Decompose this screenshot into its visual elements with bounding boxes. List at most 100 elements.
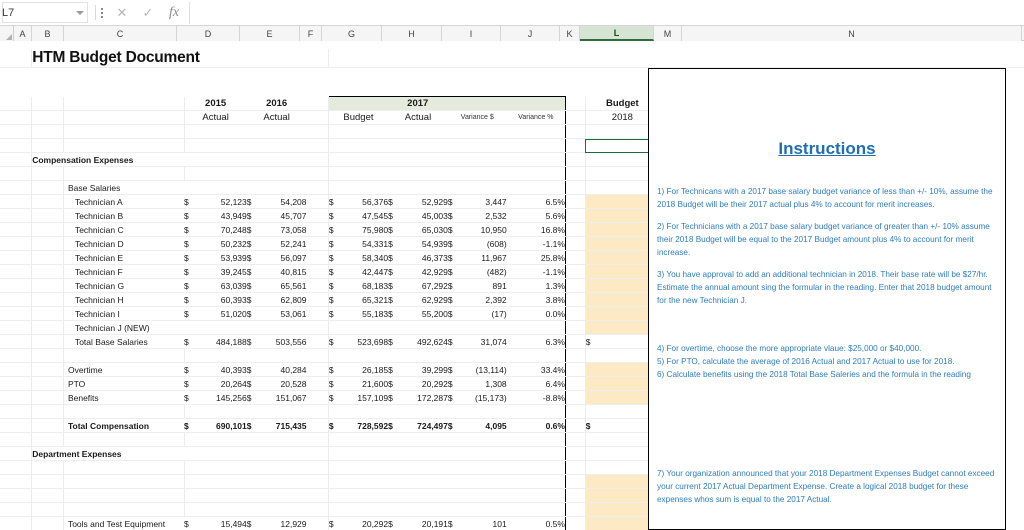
cell-2016-actual[interactable]: 40,815 [262, 264, 307, 279]
formula-input[interactable] [189, 1, 1024, 24]
cell-2017-budget[interactable]: 56,376 [344, 194, 389, 209]
cell-variance-percent[interactable]: -8.8% [506, 390, 566, 405]
cell-2017-actual[interactable]: 20,191 [404, 516, 448, 530]
cell-variance-dollar[interactable]: 1,308 [462, 376, 507, 391]
cell-variance-percent[interactable]: 3.8% [506, 292, 566, 307]
cell-variance-percent[interactable]: 0.6% [506, 418, 566, 433]
cancel-icon[interactable]: ✕ [109, 2, 135, 24]
column-header-G[interactable]: G [322, 26, 382, 41]
cell-2016-actual[interactable]: 65,561 [262, 278, 307, 293]
cell-2018-budget-input[interactable] [585, 390, 608, 405]
cell-2017-budget[interactable]: 54,331 [344, 236, 389, 251]
cell-variance-dollar[interactable]: (608) [462, 236, 507, 251]
column-header-N[interactable]: N [682, 26, 1022, 41]
cell-variance-percent[interactable]: 25.8% [506, 250, 566, 265]
cell-2017-actual[interactable]: 54,939 [404, 236, 448, 251]
cell-2018-budget-input[interactable] [585, 292, 608, 307]
column-header-J[interactable]: J [501, 26, 560, 41]
column-header-I[interactable]: I [442, 26, 501, 41]
cell-2015-actual[interactable]: 63,039 [200, 278, 247, 293]
cell-2017-actual[interactable]: 492,624 [404, 334, 448, 349]
column-header-C[interactable]: C [64, 26, 177, 41]
cell-2018-budget-input[interactable] [585, 222, 608, 237]
cell-2018-budget-input[interactable] [585, 208, 608, 223]
cell-variance-percent[interactable]: 6.5% [506, 194, 566, 209]
cell-variance-dollar[interactable]: 2,392 [462, 292, 507, 307]
cell-2017-actual[interactable]: 724,497 [404, 418, 448, 433]
cell-2017-budget[interactable]: 65,321 [344, 292, 389, 307]
cell-2015-actual[interactable]: 50,232 [200, 236, 247, 251]
cell-2017-actual[interactable]: 42,929 [404, 264, 448, 279]
cell-variance-percent[interactable]: 0.0% [506, 306, 566, 321]
column-header-K[interactable]: K [560, 26, 580, 41]
cell-2017-budget[interactable]: 728,592 [344, 418, 389, 433]
cell-2017-budget[interactable]: 75,980 [344, 222, 389, 237]
cell-2015-actual[interactable]: 53,939 [200, 250, 247, 265]
cell-2017-actual[interactable]: 172,287 [404, 390, 448, 405]
cell-2017-budget[interactable]: 26,185 [344, 362, 389, 377]
cell-variance-percent[interactable]: -1.1% [506, 236, 566, 251]
cell-variance-dollar[interactable]: (15,173) [462, 390, 507, 405]
cell-variance-percent[interactable]: 6.3% [506, 334, 566, 349]
cell-2015-actual[interactable]: 15,494 [200, 516, 247, 530]
cell-2015-actual[interactable]: 40,393 [200, 362, 247, 377]
cell-variance-percent[interactable]: 16.8% [506, 222, 566, 237]
column-header-E[interactable]: E [240, 26, 300, 41]
cell-variance-percent[interactable]: -1.1% [506, 264, 566, 279]
cell-variance-dollar[interactable]: (13,114) [462, 362, 507, 377]
cell-2017-actual[interactable]: 65,030 [404, 222, 448, 237]
more-options-icon[interactable] [101, 7, 103, 18]
cell-2015-actual[interactable]: 70,248 [200, 222, 247, 237]
cell-variance-dollar[interactable]: (17) [462, 306, 507, 321]
cell-2016-actual[interactable]: 12,929 [262, 516, 307, 530]
cell-2017-budget[interactable]: 21,600 [344, 376, 389, 391]
cell-2016-actual[interactable]: 715,435 [262, 418, 307, 433]
cell-2015-actual[interactable]: 690,101 [200, 418, 247, 433]
cell-variance-dollar[interactable]: 101 [462, 516, 507, 530]
spreadsheet-grid[interactable]: HTM Budget Document 2015 2016 2017 Budge… [0, 41, 1024, 530]
cell-2018-budget-input[interactable] [585, 320, 608, 335]
cell-2017-actual[interactable]: 39,299 [404, 362, 448, 377]
cell-2017-budget[interactable]: 47,545 [344, 208, 389, 223]
cell-variance-dollar[interactable]: 10,950 [462, 222, 507, 237]
cell-2017-actual[interactable]: 45,003 [404, 208, 448, 223]
cell-2015-actual[interactable]: 20,264 [200, 376, 247, 391]
cell-2016-actual[interactable]: 45,707 [262, 208, 307, 223]
cell-variance-dollar[interactable]: 891 [462, 278, 507, 293]
cell-2015-actual[interactable]: 39,245 [200, 264, 247, 279]
cell-variance-dollar[interactable]: 4,095 [462, 418, 507, 433]
cell-2018-budget-input[interactable] [585, 306, 608, 321]
cell-2016-actual[interactable]: 62,809 [262, 292, 307, 307]
chevron-down-icon[interactable] [76, 10, 84, 15]
cell-2015-actual[interactable]: 51,020 [200, 306, 247, 321]
cell-variance-dollar[interactable]: 2,532 [462, 208, 507, 223]
check-icon[interactable]: ✓ [135, 2, 161, 24]
cell-2017-budget[interactable]: 523,698 [344, 334, 389, 349]
cell-2017-budget[interactable]: 157,109 [344, 390, 389, 405]
cell-2015-actual[interactable]: 60,393 [200, 292, 247, 307]
cell-2016-actual[interactable]: 503,556 [262, 334, 307, 349]
cell-2015-actual[interactable]: 145,256 [200, 390, 247, 405]
cell-2017-actual[interactable]: 46,373 [404, 250, 448, 265]
column-header-F[interactable]: F [300, 26, 322, 41]
cell-2017-budget[interactable]: 42,447 [344, 264, 389, 279]
cell-2018-budget-input[interactable] [585, 250, 608, 265]
cell-2017-actual[interactable]: 55,200 [404, 306, 448, 321]
cell-2018-budget-input[interactable] [585, 362, 608, 377]
cell-2015-actual[interactable]: 43,949 [200, 208, 247, 223]
cell-variance-percent[interactable]: 6.4% [506, 376, 566, 391]
cell-2016-actual[interactable]: 73,058 [262, 222, 307, 237]
cell-2016-actual[interactable]: 20,528 [262, 376, 307, 391]
cell-2017-budget[interactable]: 20,292 [344, 516, 389, 530]
cell-2018-budget-input[interactable] [585, 236, 608, 251]
cell-variance-percent[interactable]: 5.6% [506, 208, 566, 223]
cell-2016-actual[interactable]: 56,097 [262, 250, 307, 265]
cell-2016-actual[interactable]: 53,061 [262, 306, 307, 321]
cell-variance-dollar[interactable]: 3,447 [462, 194, 507, 209]
cell-2018-budget-input[interactable] [585, 278, 608, 293]
cell-2017-budget[interactable]: 55,183 [344, 306, 389, 321]
cell-2018-budget-input[interactable] [585, 264, 608, 279]
cell-variance-dollar[interactable]: (482) [462, 264, 507, 279]
column-header-B[interactable]: B [32, 26, 64, 41]
cell-2017-budget[interactable]: 68,183 [344, 278, 389, 293]
